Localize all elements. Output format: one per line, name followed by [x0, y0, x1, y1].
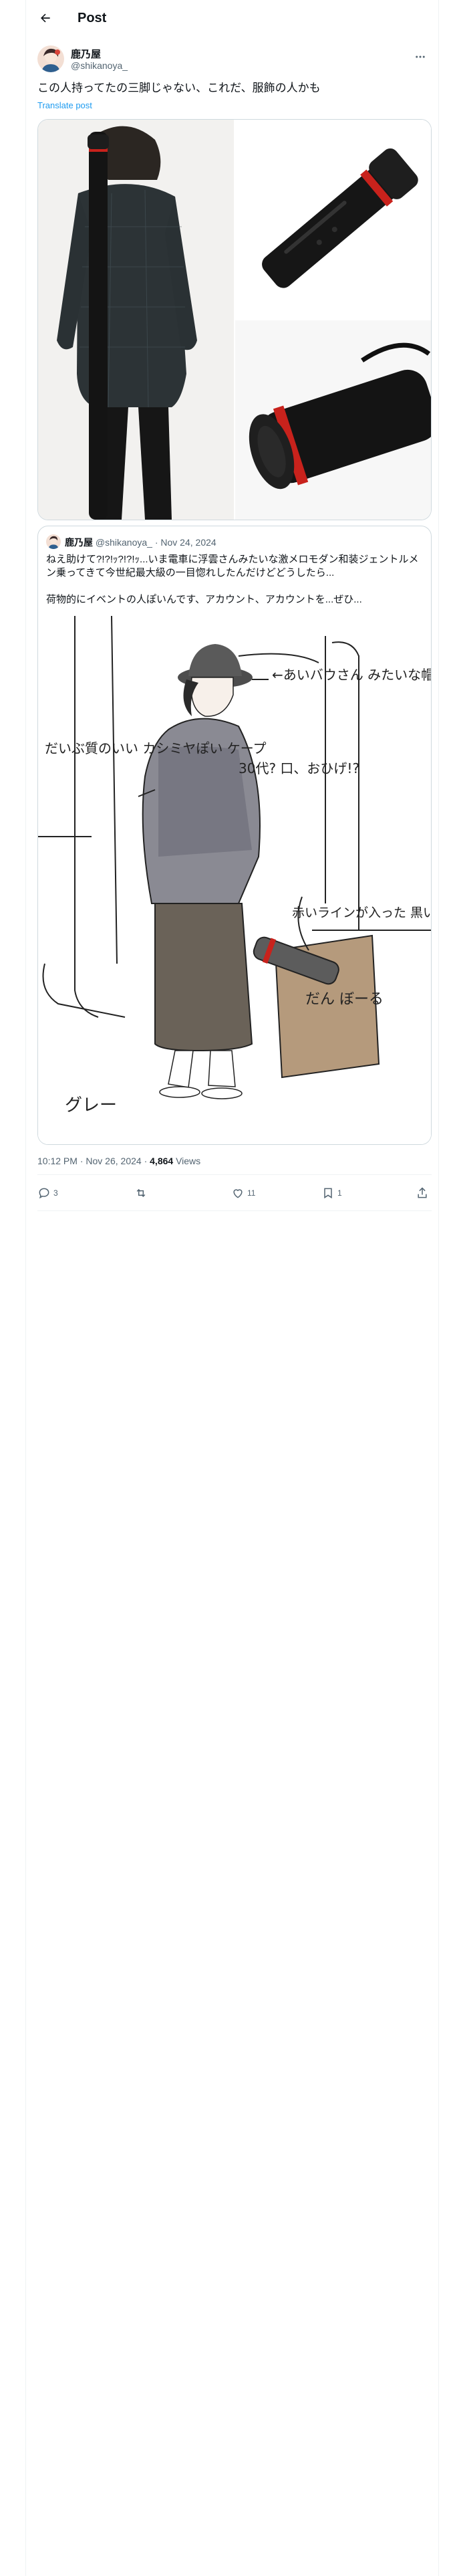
meta-separator-1: · — [80, 1156, 84, 1166]
translate-post-link[interactable]: Translate post — [37, 100, 92, 110]
quoted-author-name: 鹿乃屋 — [65, 537, 93, 548]
divider-top — [37, 1174, 432, 1175]
post-date[interactable]: Nov 26, 2024 — [86, 1156, 141, 1166]
back-arrow-icon — [41, 13, 50, 23]
like-count: 11 — [247, 1188, 256, 1198]
action-bar: 3 11 1 — [37, 1181, 432, 1205]
right-column-border — [438, 0, 439, 2576]
quoted-post-card[interactable]: 鹿乃屋 @shikanoya_ · Nov 24, 2024 ねえ助けて?!?!… — [37, 526, 432, 1145]
quoted-post-text-2: 荷物的にイベントの人ぽいんです、アカウント、アカウントを...ぜひ... — [46, 594, 362, 605]
sketch-note-hat: ←あいバウさん みたいな帽子 — [272, 667, 432, 683]
sketch-note-coat: だいぶ質のいい カシミヤぽい ケープ — [45, 740, 267, 756]
sketch-note-bag: だん ぼーる — [305, 991, 384, 1008]
author-handle[interactable]: @shikanoya_ — [71, 60, 128, 71]
photo-tube-closeup-top[interactable] — [235, 120, 431, 319]
photo-tube-closeup-end[interactable] — [235, 320, 431, 520]
sketch-note-pants: グレー — [65, 1095, 117, 1115]
quoted-author-handle: @shikanoya_ — [95, 537, 152, 548]
sketch-note-tube: 赤いラインが入った 黒い筒(三脚) — [292, 905, 432, 920]
quoted-date: Nov 24, 2024 — [160, 537, 216, 548]
post-time[interactable]: 10:12 PM — [37, 1156, 78, 1166]
author-row: 鹿乃屋 @shikanoya_ — [37, 44, 432, 74]
page-title: Post — [78, 10, 107, 25]
views-count: 4,864 — [150, 1156, 174, 1166]
bookmark-icon — [324, 1188, 332, 1199]
back-button[interactable] — [33, 6, 57, 30]
author-name[interactable]: 鹿乃屋 — [71, 47, 101, 61]
quoted-avatar — [46, 534, 61, 549]
share-button[interactable] — [416, 1181, 429, 1205]
reply-count: 3 — [53, 1188, 58, 1198]
post-header: Post — [27, 0, 438, 36]
more-options-button[interactable] — [410, 47, 430, 67]
divider-bottom — [37, 1210, 432, 1211]
repost-button[interactable] — [134, 1181, 148, 1205]
meta-separator-2: · — [144, 1156, 148, 1166]
reply-button[interactable]: 3 — [37, 1181, 58, 1205]
reply-icon — [39, 1188, 49, 1199]
media-grid — [37, 119, 432, 520]
quoted-sketch-image[interactable]: ←あいバウさん みたいな帽子 だいぶ質のいい カシミヤぽい ケープ 30代? 口… — [38, 615, 432, 1144]
left-column-border — [25, 0, 26, 2576]
avatar[interactable] — [37, 45, 64, 72]
bookmark-button[interactable]: 1 — [321, 1181, 342, 1205]
quoted-post-text: ねえ助けて?!?!ｯ?!?!ｯ...いま電車に浮雲さんみたいな激メロモダン和装ジ… — [46, 554, 419, 578]
like-button[interactable]: 11 — [231, 1181, 255, 1205]
post-text: この人持ってたの三脚じゃない、これだ、服飾の人かも — [37, 82, 321, 94]
sketch-note-age: 30代? 口、おひげ!? — [239, 760, 359, 776]
photo-person-with-tube[interactable] — [38, 120, 234, 520]
views-label: Views — [176, 1156, 201, 1166]
quoted-separator: · — [154, 537, 158, 548]
repost-icon — [136, 1188, 146, 1198]
more-dots-icon — [416, 56, 425, 58]
heart-icon — [233, 1189, 243, 1198]
post-timestamp-row: 10:12 PM · Nov 26, 2024 · 4,864 Views — [37, 1156, 200, 1166]
quoted-post-meta: 鹿乃屋 @shikanoya_ · Nov 24, 2024 — [65, 536, 216, 549]
share-icon — [418, 1187, 427, 1198]
bookmark-count: 1 — [337, 1188, 342, 1198]
